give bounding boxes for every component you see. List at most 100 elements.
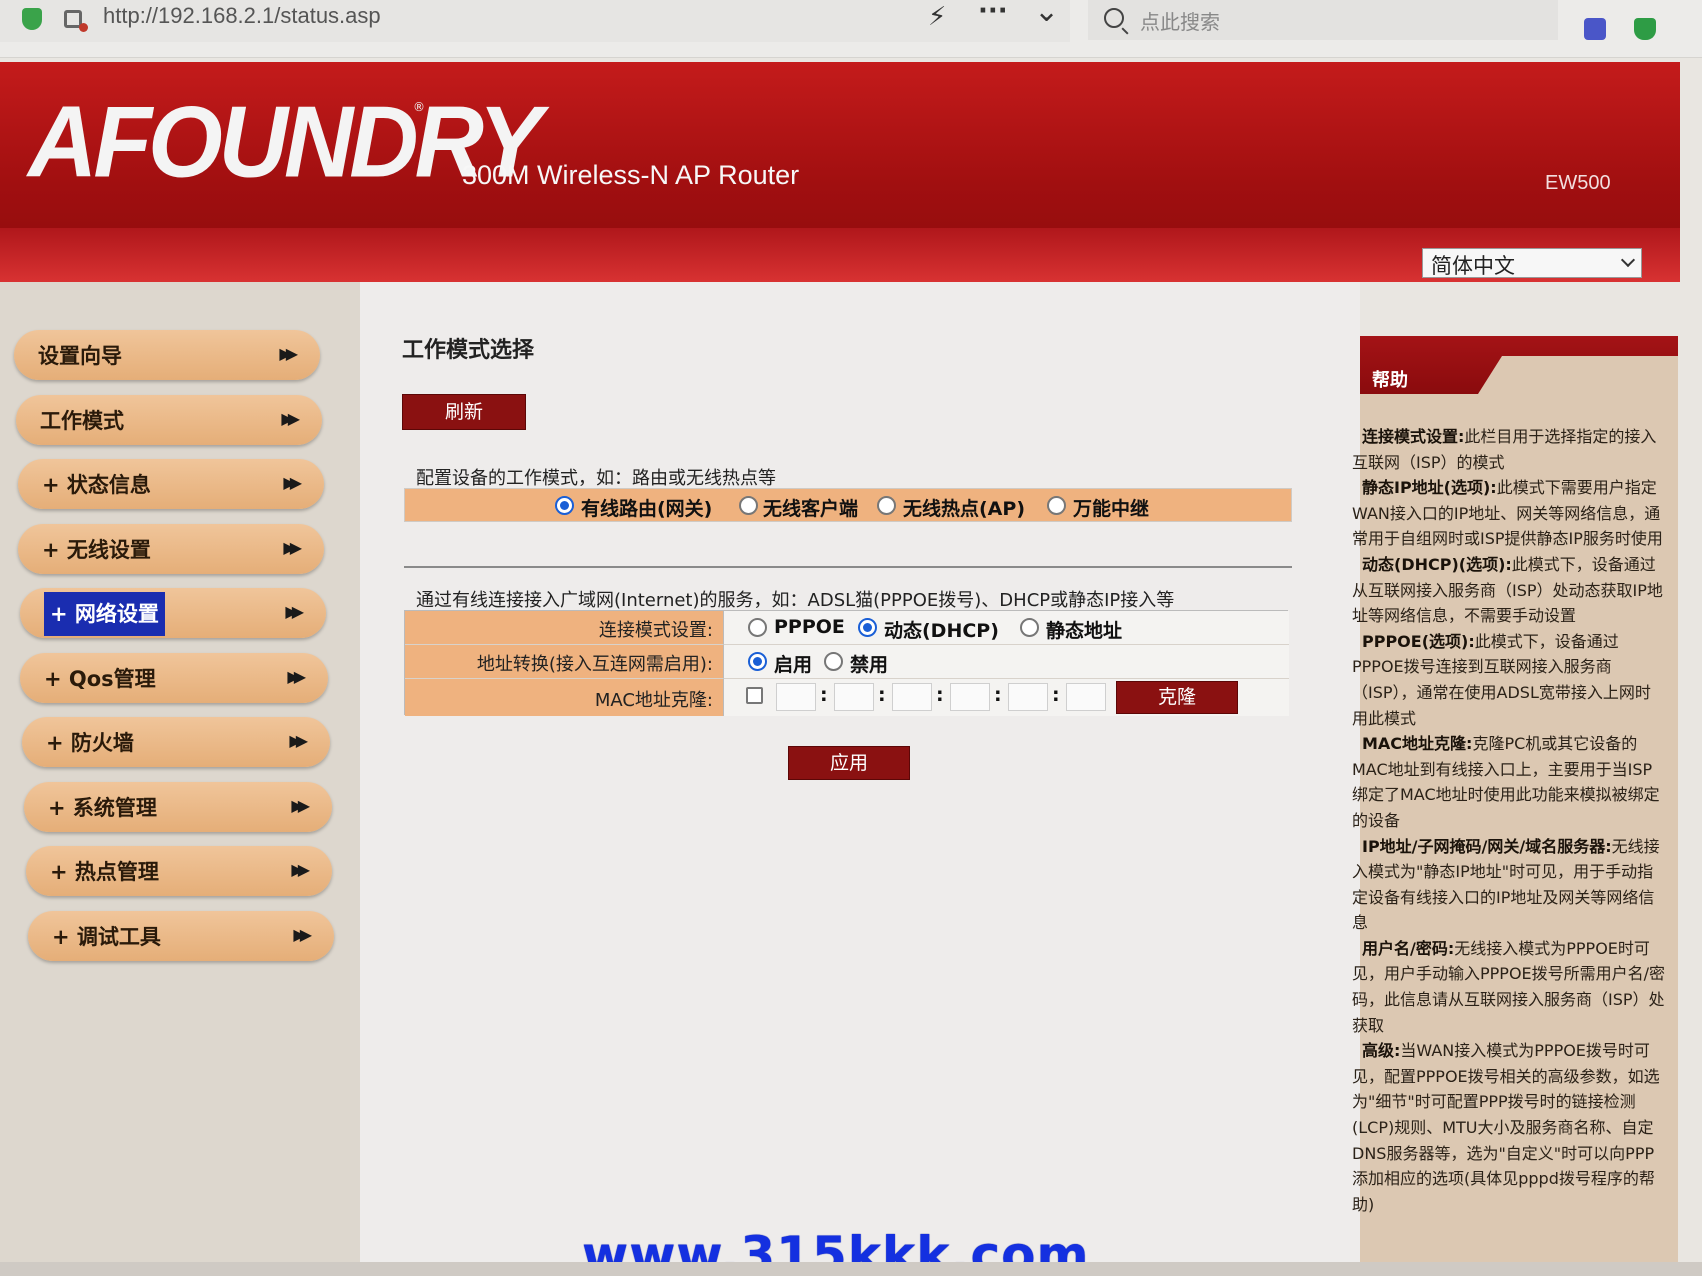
- help-header-tab-cut: [1478, 356, 1678, 394]
- model-code: EW500: [1545, 172, 1611, 194]
- connection-radio-dhcp[interactable]: [858, 618, 877, 637]
- mac-octet-2-input[interactable]: [834, 683, 874, 711]
- mode-label-repeater: 万能中继: [1073, 498, 1150, 520]
- mac-clone-label-cell: MAC地址克隆:: [405, 679, 723, 716]
- wan-settings-table: 连接模式设置: PPPOE 动态(DHCP) 静态地址 地址转换(接入互连网需启…: [404, 610, 1289, 716]
- sidebar-item-label: + 网络设置: [44, 592, 165, 636]
- help-term: 高级:: [1362, 1041, 1401, 1061]
- mac-octet-4-input[interactable]: [950, 683, 990, 711]
- mode-radio-ap[interactable]: [877, 496, 896, 515]
- nat-radio-disable[interactable]: [824, 652, 843, 671]
- connection-radio-static[interactable]: [1020, 618, 1039, 637]
- search-placeholder: 点此搜索: [1140, 10, 1220, 34]
- sidebar-item-9[interactable]: + 调试工具 ▶▶: [28, 910, 334, 961]
- help-entry: PPPOE(选项):此模式下，设备通过PPPOE拨号连接到互联网接入服务商（IS…: [1352, 629, 1666, 731]
- insecure-lock-icon[interactable]: [64, 10, 88, 32]
- double-arrow-icon: ▶▶: [291, 795, 309, 815]
- shield-extension-icon[interactable]: [1634, 18, 1656, 40]
- connection-label-pppoe: PPPOE: [774, 616, 845, 638]
- mac-separator: :: [820, 684, 828, 706]
- help-entry: 连接模式设置:此栏目用于选择指定的接入互联网（ISP）的模式: [1352, 424, 1666, 475]
- connection-label-dhcp: 动态(DHCP): [884, 620, 999, 642]
- sidebar-item-4[interactable]: + 网络设置 ▶▶: [20, 588, 326, 638]
- section-divider: [404, 566, 1292, 568]
- nat-label-enable: 启用: [774, 654, 813, 676]
- language-select[interactable]: 简体中文: [1422, 248, 1642, 278]
- help-entry: 用户名/密码:无线接入模式为PPPOE时可见，用户手动输入PPPOE拨号所需用户…: [1352, 936, 1666, 1038]
- help-term: MAC地址克隆:: [1362, 734, 1473, 754]
- sidebar-item-label: 设置向导: [38, 344, 122, 368]
- registered-mark: ®: [413, 100, 425, 114]
- double-arrow-icon: ▶▶: [291, 860, 309, 879]
- mac-clone-checkbox[interactable]: [746, 687, 763, 704]
- mac-clone-row: : : : : : 克隆: [723, 679, 1289, 716]
- language-selected-value: 简体中文: [1431, 254, 1515, 278]
- chevron-down-icon[interactable]: ⌄: [1034, 0, 1059, 29]
- sidebar-item-label: + 系统管理: [48, 795, 157, 820]
- product-name: 300M Wireless-N AP Router: [462, 160, 800, 190]
- sidebar-item-5[interactable]: + Qos管理 ▶▶: [20, 652, 328, 703]
- double-arrow-icon: ▶▶: [293, 924, 311, 944]
- url-text[interactable]: http://192.168.2.1/status.asp: [103, 3, 381, 29]
- chevron-down-icon: [1620, 252, 1636, 268]
- connection-label-static: 静态地址: [1046, 620, 1123, 642]
- sidebar-item-label: 工作模式: [40, 408, 124, 433]
- mac-separator: :: [994, 684, 1002, 706]
- sidebar-item-2[interactable]: + 状态信息 ▶▶: [18, 459, 324, 509]
- connection-mode-label-cell: 连接模式设置:: [405, 611, 723, 645]
- help-term: PPPOE(选项):: [1362, 631, 1475, 651]
- connection-mode-label: 连接模式设置:: [598, 620, 713, 641]
- sidebar-item-label: + 热点管理: [50, 860, 159, 884]
- page-bottom-edge: [0, 1262, 1702, 1276]
- sidebar-item-8[interactable]: + 热点管理 ▶▶: [26, 846, 332, 896]
- help-description: 当WAN接入模式为PPPOE拨号时可见，配置PPPOE拨号相关的高级参数，如选为…: [1352, 1041, 1660, 1214]
- sidebar-item-3[interactable]: + 无线设置 ▶▶: [18, 523, 324, 574]
- sidebar-item-6[interactable]: + 防火墙 ▶▶: [22, 717, 330, 767]
- sidebar-item-label: + 防火墙: [46, 731, 134, 755]
- nat-label-cell: 地址转换(接入互连网需启用):: [405, 645, 723, 679]
- sidebar-item-0[interactable]: 设置向导 ▶▶: [14, 330, 320, 380]
- sidebar-item-label: + 状态信息: [42, 473, 151, 497]
- refresh-button[interactable]: 刷新: [402, 394, 526, 430]
- double-arrow-icon: ▶▶: [283, 473, 301, 492]
- nat-options: 启用 禁用: [723, 645, 1289, 679]
- mode-radio-client[interactable]: [739, 496, 758, 515]
- mac-octet-5-input[interactable]: [1008, 683, 1048, 711]
- mac-separator: :: [878, 684, 886, 706]
- mode-description: 配置设备的工作模式，如：路由或无线热点等: [416, 468, 776, 489]
- mode-label-gateway: 有线路由(网关): [581, 498, 713, 520]
- help-term: 连接模式设置:: [1362, 427, 1465, 446]
- mac-octet-1-input[interactable]: [776, 683, 816, 711]
- lightning-icon[interactable]: ⚡: [928, 2, 946, 32]
- mac-octet-6-input[interactable]: [1066, 683, 1106, 711]
- nat-radio-enable[interactable]: [748, 652, 767, 671]
- browser-search-box[interactable]: 点此搜索: [1088, 0, 1558, 40]
- mac-octet-3-input[interactable]: [892, 683, 932, 711]
- connection-mode-options: PPPOE 动态(DHCP) 静态地址: [723, 611, 1289, 645]
- help-content: 连接模式设置:此栏目用于选择指定的接入互联网（ISP）的模式静态IP地址(选项)…: [1352, 424, 1666, 1217]
- mac-separator: :: [936, 684, 944, 706]
- security-shield-icon[interactable]: [22, 8, 42, 30]
- apply-button[interactable]: 应用: [788, 746, 910, 780]
- help-title: 帮助: [1372, 370, 1408, 391]
- help-entry: 动态(DHCP)(选项):此模式下，设备通过从互联网接入服务商（ISP）处动态获…: [1352, 552, 1666, 629]
- mac-clone-label: MAC地址克隆:: [594, 690, 713, 711]
- help-term: 静态IP地址(选项):: [1362, 478, 1497, 498]
- wan-description: 通过有线连接接入广域网(Internet)的服务，如：ADSL猫(PPPOE拨号…: [416, 590, 1175, 611]
- help-entry: IP地址/子网掩码/网关/域名服务器:无线接入模式为"静态IP地址"时可见，用于…: [1352, 834, 1666, 936]
- clone-button[interactable]: 克隆: [1116, 681, 1238, 714]
- help-term: 用户名/密码:: [1362, 938, 1455, 958]
- browser-toolbar: http://192.168.2.1/status.asp ⚡ ··· ⌄ 点此…: [0, 0, 1702, 58]
- sidebar-item-1[interactable]: 工作模式 ▶▶: [16, 394, 322, 445]
- sidebar-item-label: + 调试工具: [52, 924, 161, 949]
- sidebar-item-label: + Qos管理: [44, 666, 156, 691]
- mode-radio-repeater[interactable]: [1047, 496, 1066, 515]
- mode-label-ap: 无线热点(AP): [903, 498, 1025, 520]
- mode-radio-gateway[interactable]: [555, 496, 574, 515]
- connection-radio-pppoe[interactable]: [748, 618, 767, 637]
- search-icon: [1104, 8, 1124, 28]
- help-entry: 高级:当WAN接入模式为PPPOE拨号时可见，配置PPPOE拨号相关的高级参数，…: [1352, 1038, 1666, 1217]
- translate-extension-icon[interactable]: [1584, 18, 1606, 40]
- more-menu-icon[interactable]: ···: [978, 0, 1008, 26]
- sidebar-item-7[interactable]: + 系统管理 ▶▶: [24, 781, 332, 832]
